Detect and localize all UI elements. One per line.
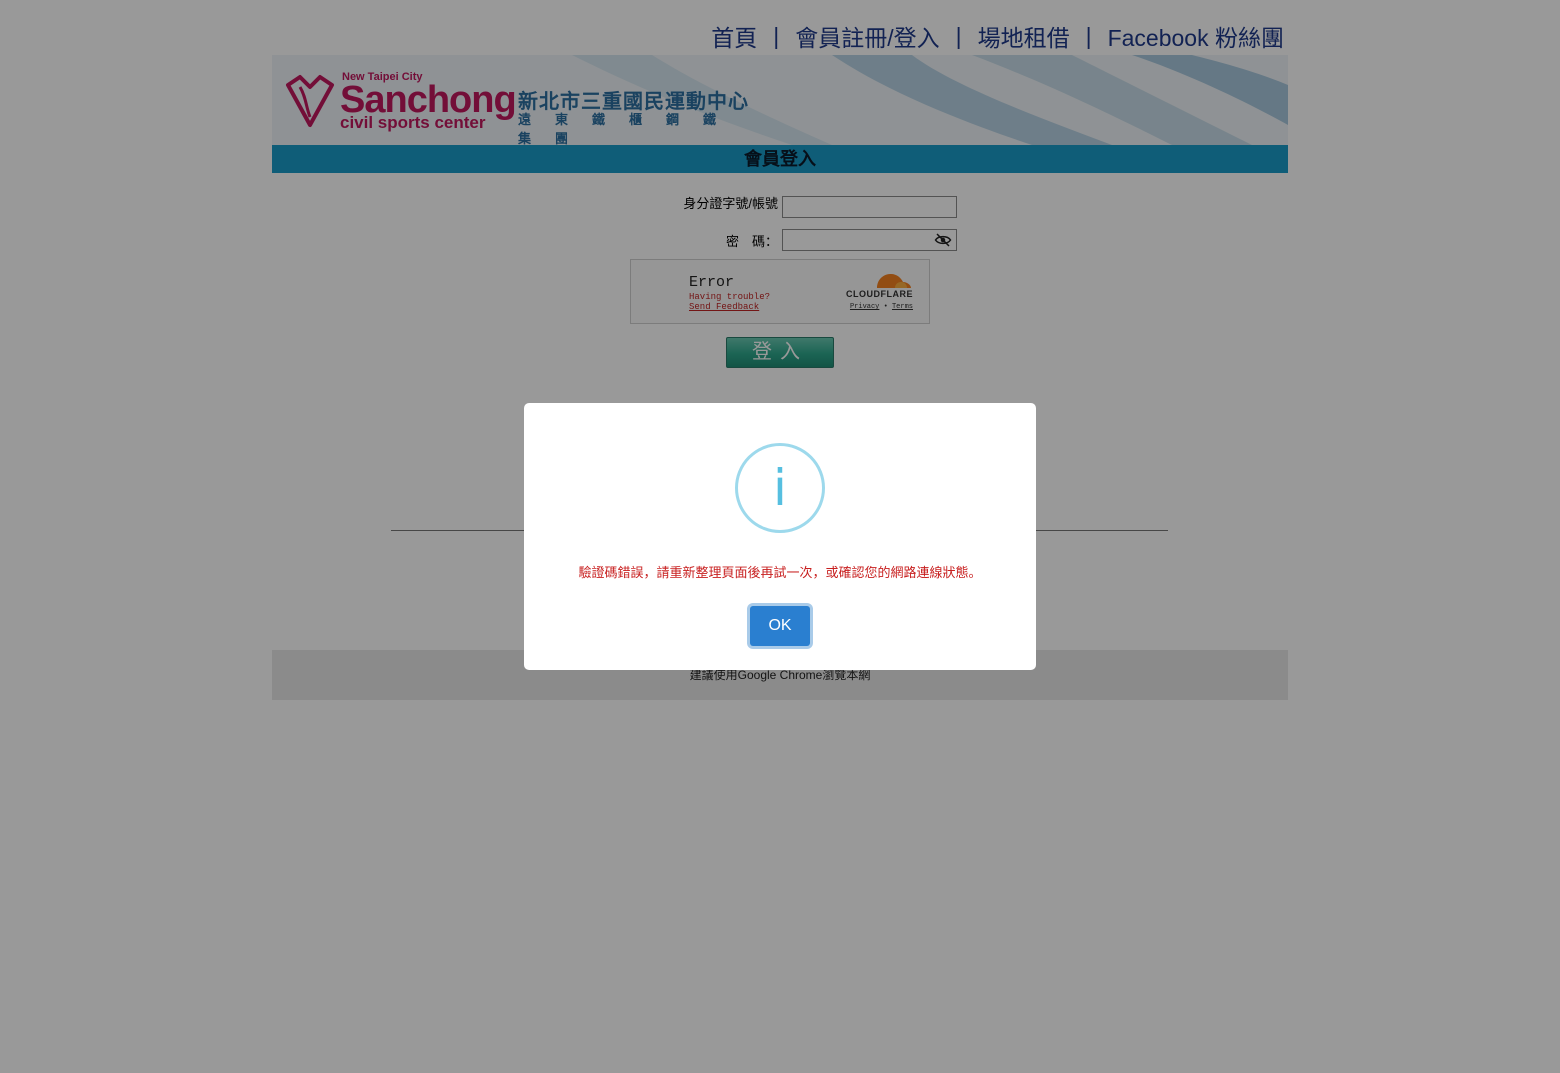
info-icon: i	[735, 443, 825, 533]
dialog-ok-button[interactable]: OK	[750, 606, 810, 646]
dialog-message: 驗證碼錯誤，請重新整理頁面後再試一次，或確認您的網路連線狀態。	[578, 565, 982, 580]
alert-dialog: i 驗證碼錯誤，請重新整理頁面後再試一次，或確認您的網路連線狀態。 OK	[524, 403, 1036, 670]
